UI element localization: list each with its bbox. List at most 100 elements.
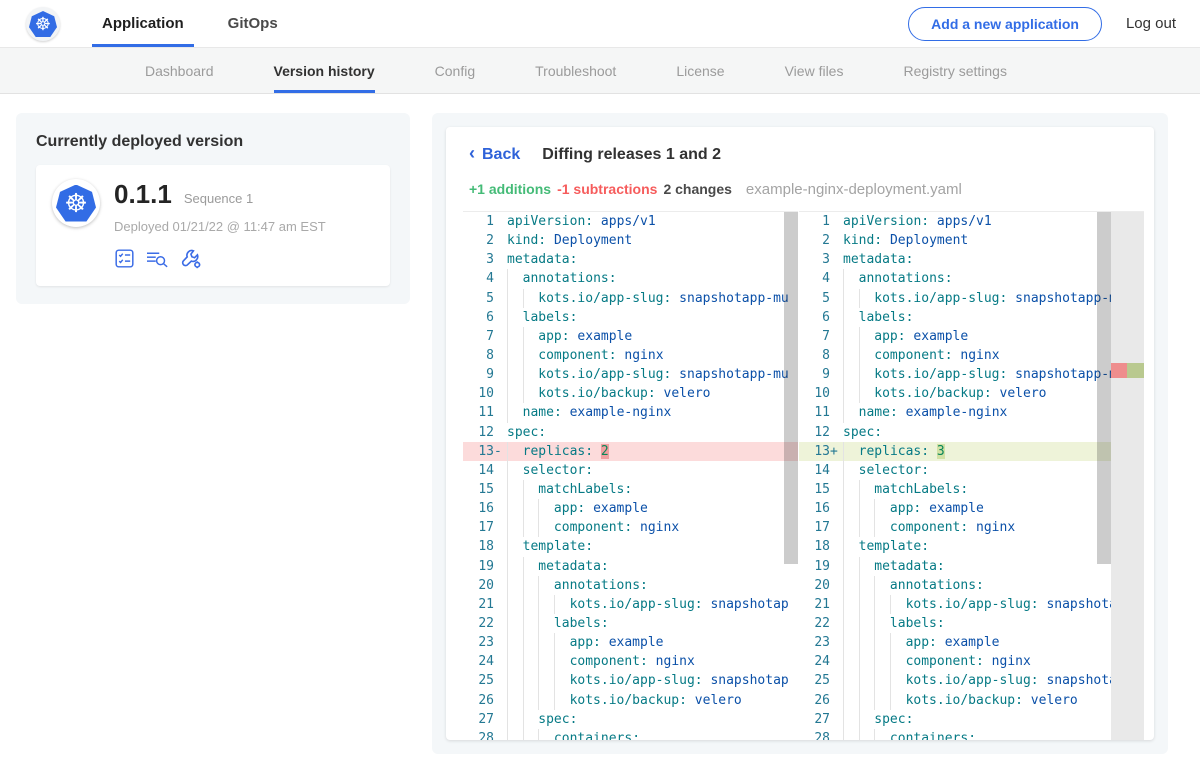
- diff-line-20: 20 annotations:: [463, 576, 798, 595]
- line-number: 20: [799, 576, 843, 595]
- diff-line-22: 22 labels:: [799, 614, 1144, 633]
- diff-line-24: 24 component: nginx: [799, 652, 1144, 671]
- diff-line-2: 2 kind: Deployment: [799, 231, 1144, 250]
- code-text: kots.io/app-slug: snapshotap: [507, 671, 798, 690]
- diff-line-21: 21 kots.io/app-slug: snapshotap: [463, 595, 798, 614]
- code-text: component: nginx: [507, 346, 798, 365]
- line-number: 14: [799, 461, 843, 480]
- code-text: metadata:: [843, 250, 1134, 269]
- logs-search-icon[interactable]: [145, 248, 170, 269]
- app-subnav: Dashboard Version history Config Troublesho…: [0, 48, 1200, 94]
- diff-card: ‹ Back Diffing releases 1 and 2 +1 addit…: [446, 127, 1154, 740]
- line-number: 1: [799, 212, 843, 231]
- line-number: 4: [799, 269, 843, 288]
- code-text: matchLabels:: [843, 480, 1134, 499]
- diff-line-19: 19 metadata:: [463, 557, 798, 576]
- subnav-item-dashboard[interactable]: Dashboard: [145, 48, 214, 93]
- code-text: component: nginx: [843, 652, 1134, 671]
- app-logo[interactable]: ☸: [26, 7, 60, 41]
- additions-count: +1 additions: [469, 181, 551, 197]
- diff-line-1: 1 apiVersion: apps/v1: [463, 212, 798, 231]
- diff-panel-modified: 1 apiVersion: apps/v12 kind: Deployment3…: [799, 211, 1144, 740]
- line-number: 28: [463, 729, 507, 740]
- line-number: 19: [463, 557, 507, 576]
- top-tab-application[interactable]: Application: [92, 0, 194, 47]
- logout-link[interactable]: Log out: [1126, 15, 1176, 32]
- line-number: 26: [463, 691, 507, 710]
- line-number: 21: [799, 595, 843, 614]
- line-number: 5: [799, 289, 843, 308]
- code-text: kots.io/app-slug: snapshotapp-mu: [843, 289, 1134, 308]
- diff-line-21: 21 kots.io/app-slug: snapshotap: [799, 595, 1144, 614]
- code-text: spec:: [507, 710, 798, 729]
- code-text: kots.io/backup: velero: [843, 691, 1134, 710]
- line-number: 11: [799, 403, 843, 422]
- subnav-item-registry-settings[interactable]: Registry settings: [903, 48, 1006, 93]
- diff-overview-ruler[interactable]: [1111, 212, 1144, 740]
- line-number: 19: [799, 557, 843, 576]
- diff-line-11: 11 name: example-nginx: [799, 403, 1144, 422]
- diff-line-15: 15 matchLabels:: [799, 480, 1144, 499]
- diff-line-7: 7 app: example: [799, 327, 1144, 346]
- top-tab-gitops[interactable]: GitOps: [218, 0, 288, 47]
- ruler-addition-mark: [1127, 363, 1144, 378]
- diff-line-27: 27 spec:: [463, 710, 798, 729]
- kubernetes-logo-icon: ☸: [56, 185, 96, 222]
- diff-line-16: 16 app: example: [799, 499, 1144, 518]
- diff-line-24: 24 component: nginx: [463, 652, 798, 671]
- diff-line-26: 26 kots.io/backup: velero: [799, 691, 1144, 710]
- diff-line-22: 22 labels:: [463, 614, 798, 633]
- subnav-item-license[interactable]: License: [676, 48, 724, 93]
- subtractions-count: -1 subtractions: [557, 181, 657, 197]
- deployed-card-title: Currently deployed version: [36, 133, 390, 151]
- code-text: kots.io/app-slug: snapshotapp-mu: [843, 365, 1134, 384]
- line-number: 27: [463, 710, 507, 729]
- code-text: labels:: [843, 308, 1134, 327]
- add-application-button[interactable]: Add a new application: [908, 7, 1102, 41]
- subnav-item-view-files[interactable]: View files: [785, 48, 844, 93]
- code-text: app: example: [507, 633, 798, 652]
- code-text: annotations:: [843, 269, 1134, 288]
- diff-line-10: 10 kots.io/backup: velero: [463, 384, 798, 403]
- kubernetes-logo-icon: ☸: [29, 11, 57, 37]
- version-action-icons: [114, 247, 326, 270]
- code-text: containers:: [843, 729, 1134, 740]
- diff-line-14: 14 selector:: [463, 461, 798, 480]
- back-link[interactable]: ‹ Back: [469, 144, 520, 165]
- line-number: 22: [463, 614, 507, 633]
- deployed-version-card: ☸ 0.1.1 Sequence 1 Deployed 01/21/22 @ 1…: [36, 165, 390, 286]
- code-text: component: nginx: [507, 652, 798, 671]
- line-number: 3: [463, 250, 507, 269]
- line-number: 25: [799, 671, 843, 690]
- code-text: app: example: [843, 499, 1134, 518]
- code-text: annotations:: [843, 576, 1134, 595]
- subnav-item-version-history[interactable]: Version history: [274, 48, 375, 93]
- code-text: metadata:: [843, 557, 1134, 576]
- line-number: 16: [799, 499, 843, 518]
- subnav-item-config[interactable]: Config: [435, 48, 475, 93]
- scrollbar-thumb[interactable]: [1097, 212, 1111, 564]
- subnav-item-troubleshoot[interactable]: Troubleshoot: [535, 48, 616, 93]
- wrench-gear-icon[interactable]: [180, 247, 203, 270]
- line-number: 9: [799, 365, 843, 384]
- code-text: spec:: [843, 710, 1134, 729]
- diff-line-28: 28 containers:: [463, 729, 798, 740]
- line-number: 23: [463, 633, 507, 652]
- diff-line-3: 3 metadata:: [463, 250, 798, 269]
- diff-section: ‹ Back Diffing releases 1 and 2 +1 addit…: [432, 113, 1168, 754]
- line-number: 17: [463, 518, 507, 537]
- diff-line-15: 15 matchLabels:: [463, 480, 798, 499]
- line-number: 15: [463, 480, 507, 499]
- checklist-icon[interactable]: [114, 248, 135, 269]
- code-text: kots.io/app-slug: snapshotap: [843, 595, 1134, 614]
- scrollbar-thumb[interactable]: [784, 212, 798, 564]
- diff-line-23: 23 app: example: [799, 633, 1144, 652]
- ruler-deletion-mark: [1111, 363, 1127, 378]
- line-number: 23: [799, 633, 843, 652]
- diff-line-25: 25 kots.io/app-slug: snapshotap: [463, 671, 798, 690]
- line-number: 18: [799, 537, 843, 556]
- code-text: component: nginx: [843, 518, 1134, 537]
- code-text: kind: Deployment: [843, 231, 1134, 250]
- diff-line-12: 12 spec:: [463, 423, 798, 442]
- code-text: kind: Deployment: [507, 231, 798, 250]
